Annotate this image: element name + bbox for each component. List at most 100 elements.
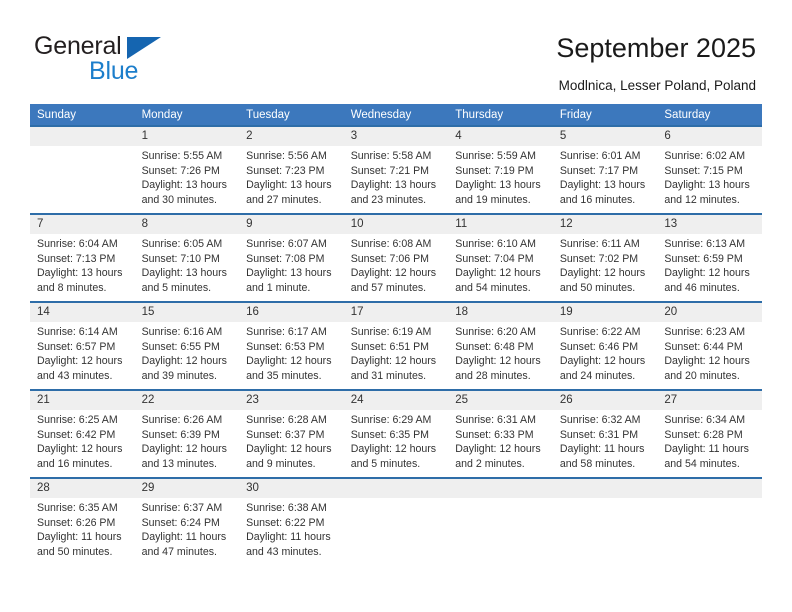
day-sun-details: Sunrise: 5:55 AM Sunset: 7:26 PM Daylight:…: [135, 146, 240, 207]
weekday-header-saturday: Saturday: [657, 104, 762, 126]
calendar-day-cell[interactable]: 30 Sunrise: 6:38 AM Sunset: 6:22 PM Dayligh…: [239, 477, 344, 567]
sunset-text: Sunset: 7:23 PM: [246, 164, 325, 177]
day-sun-details: Sunrise: 6:14 AM Sunset: 6:57 PM Daylight:…: [30, 322, 135, 383]
day-number: 18: [448, 303, 553, 322]
calendar-day-cell[interactable]: 1 Sunrise: 5:55 AM Sunset: 7:26 PM Daylight…: [134, 125, 240, 214]
calendar-day-cell[interactable]: 22 Sunrise: 6:26 AM Sunset: 6:39 PM Dayligh…: [134, 389, 240, 478]
sunrise-text: Sunrise: 6:23 AM: [664, 326, 746, 338]
day-number: [30, 127, 135, 146]
calendar-week-row: 21 Sunrise: 6:25 AM Sunset: 6:42 PM Dayligh…: [30, 389, 762, 478]
sunset-text: Sunset: 7:19 PM: [455, 164, 534, 177]
sunrise-text: Sunrise: 6:13 AM: [664, 238, 746, 250]
daylight-text: Daylight: 13 hours and 23 minutes.: [350, 179, 437, 206]
daylight-text: Daylight: 13 hours and 30 minutes.: [141, 179, 227, 206]
calendar-week-row: 7 Sunrise: 6:04 AM Sunset: 7:13 PM Daylight…: [30, 213, 762, 302]
day-sun-details: Sunrise: 6:34 AM Sunset: 6:28 PM Daylight:…: [657, 410, 762, 471]
day-number: 12: [552, 215, 658, 234]
general-blue-logo[interactable]: General Blue: [34, 32, 234, 88]
day-number: 8: [134, 215, 240, 234]
day-sun-details: Sunrise: 6:38 AM Sunset: 6:22 PM Daylight:…: [239, 498, 344, 559]
daylight-text: Daylight: 12 hours and 46 minutes.: [664, 267, 750, 294]
calendar-header-row: Sunday Monday Tuesday Wednesday Thursday…: [30, 104, 762, 126]
daylight-text: Daylight: 12 hours and 16 minutes.: [37, 443, 123, 470]
sunrise-text: Sunrise: 6:29 AM: [350, 414, 432, 426]
sunrise-text: Sunrise: 6:38 AM: [246, 502, 327, 514]
day-sun-details: Sunrise: 6:07 AM Sunset: 7:08 PM Daylight:…: [239, 234, 344, 295]
calendar-day-cell[interactable]: 5 Sunrise: 6:01 AM Sunset: 7:17 PM Daylight…: [552, 125, 658, 214]
daylight-text: Daylight: 11 hours and 50 minutes.: [37, 531, 122, 558]
day-number: 4: [448, 127, 553, 146]
day-sun-details: Sunrise: 6:22 AM Sunset: 6:46 PM Daylight:…: [553, 322, 658, 383]
daylight-text: Daylight: 12 hours and 24 minutes.: [559, 355, 646, 382]
daylight-text: Daylight: 13 hours and 16 minutes.: [559, 179, 646, 206]
day-sun-details: Sunrise: 6:29 AM Sunset: 6:35 PM Daylight:…: [344, 410, 449, 471]
sunset-text: Sunset: 6:31 PM: [559, 428, 639, 441]
sunrise-text: Sunrise: 5:58 AM: [350, 150, 432, 162]
day-number: 24: [343, 391, 449, 410]
calendar-day-cell[interactable]: 25 Sunrise: 6:31 AM Sunset: 6:33 PM Dayligh…: [448, 389, 553, 478]
day-sun-details: Sunrise: 6:20 AM Sunset: 6:48 PM Daylight:…: [448, 322, 553, 383]
weekday-header-tuesday: Tuesday: [239, 104, 344, 126]
calendar-day-cell[interactable]: 7 Sunrise: 6:04 AM Sunset: 7:13 PM Daylight…: [30, 213, 135, 302]
sunset-text: Sunset: 6:42 PM: [37, 428, 116, 441]
calendar-day-cell[interactable]: 13 Sunrise: 6:13 AM Sunset: 6:59 PM Dayligh…: [657, 213, 762, 302]
sunset-text: Sunset: 7:10 PM: [141, 252, 220, 265]
day-sun-details: Sunrise: 6:32 AM Sunset: 6:31 PM Daylight:…: [553, 410, 658, 471]
day-sun-details: Sunrise: 6:25 AM Sunset: 6:42 PM Daylight:…: [30, 410, 135, 471]
day-number: 20: [657, 303, 762, 322]
sunset-text: Sunset: 7:21 PM: [350, 164, 430, 177]
calendar-day-cell[interactable]: 28 Sunrise: 6:35 AM Sunset: 6:26 PM Dayligh…: [30, 477, 135, 567]
day-number: 14: [30, 303, 135, 322]
month-calendar-table: Sunday Monday Tuesday Wednesday Thursday…: [30, 104, 762, 567]
sunset-text: Sunset: 6:37 PM: [246, 428, 325, 441]
sunset-text: Sunset: 6:44 PM: [664, 340, 743, 353]
daylight-text: Daylight: 12 hours and 39 minutes.: [141, 355, 227, 382]
calendar-day-cell[interactable]: 15 Sunrise: 6:16 AM Sunset: 6:55 PM Dayligh…: [134, 301, 240, 390]
calendar-day-cell[interactable]: 21 Sunrise: 6:25 AM Sunset: 6:42 PM Dayligh…: [30, 389, 135, 478]
day-sun-details: Sunrise: 6:05 AM Sunset: 7:10 PM Daylight:…: [135, 234, 240, 295]
calendar-body: 1 Sunrise: 5:55 AM Sunset: 7:26 PM Daylight…: [30, 125, 762, 567]
calendar-day-cell[interactable]: 14 Sunrise: 6:14 AM Sunset: 6:57 PM Dayligh…: [30, 301, 135, 390]
calendar-day-cell[interactable]: 24 Sunrise: 6:29 AM Sunset: 6:35 PM Dayligh…: [343, 389, 449, 478]
day-number: 2: [239, 127, 344, 146]
calendar-day-cell[interactable]: 27 Sunrise: 6:34 AM Sunset: 6:28 PM Dayligh…: [657, 389, 762, 478]
calendar-day-cell[interactable]: 2 Sunrise: 5:56 AM Sunset: 7:23 PM Daylight…: [239, 125, 344, 214]
calendar-day-cell[interactable]: 4 Sunrise: 5:59 AM Sunset: 7:19 PM Daylight…: [448, 125, 553, 214]
weekday-header-row: Sunday Monday Tuesday Wednesday Thursday…: [30, 104, 762, 126]
calendar-day-cell[interactable]: 9 Sunrise: 6:07 AM Sunset: 7:08 PM Daylight…: [239, 213, 344, 302]
page-subtitle-location: Modlnica, Lesser Poland, Poland: [558, 78, 756, 93]
day-number: 16: [239, 303, 344, 322]
logo-text-blue: Blue: [89, 57, 139, 85]
day-sun-details: Sunrise: 6:01 AM Sunset: 7:17 PM Daylight:…: [553, 146, 658, 207]
calendar-day-cell[interactable]: 29 Sunrise: 6:37 AM Sunset: 6:24 PM Dayligh…: [134, 477, 240, 567]
calendar-day-cell[interactable]: 3 Sunrise: 5:58 AM Sunset: 7:21 PM Daylight…: [343, 125, 449, 214]
calendar-day-cell[interactable]: 11 Sunrise: 6:10 AM Sunset: 7:04 PM Dayligh…: [448, 213, 553, 302]
daylight-text: Daylight: 12 hours and 20 minutes.: [664, 355, 750, 382]
day-number: 26: [552, 391, 658, 410]
calendar-day-cell[interactable]: 6 Sunrise: 6:02 AM Sunset: 7:15 PM Daylight…: [657, 125, 762, 214]
sunset-text: Sunset: 6:59 PM: [664, 252, 743, 265]
calendar-day-cell[interactable]: 17 Sunrise: 6:19 AM Sunset: 6:51 PM Dayligh…: [343, 301, 449, 390]
calendar-day-cell[interactable]: 16 Sunrise: 6:17 AM Sunset: 6:53 PM Dayligh…: [239, 301, 344, 390]
daylight-text: Daylight: 11 hours and 47 minutes.: [141, 531, 227, 558]
daylight-text: Daylight: 12 hours and 35 minutes.: [246, 355, 332, 382]
calendar-day-cell[interactable]: 18 Sunrise: 6:20 AM Sunset: 6:48 PM Dayligh…: [448, 301, 553, 390]
calendar-day-cell[interactable]: 19 Sunrise: 6:22 AM Sunset: 6:46 PM Dayligh…: [552, 301, 658, 390]
sunrise-text: Sunrise: 6:08 AM: [350, 238, 432, 250]
calendar-day-cell[interactable]: 26 Sunrise: 6:32 AM Sunset: 6:31 PM Dayligh…: [552, 389, 658, 478]
calendar-day-cell[interactable]: 12 Sunrise: 6:11 AM Sunset: 7:02 PM Dayligh…: [552, 213, 658, 302]
calendar-week-row: 28 Sunrise: 6:35 AM Sunset: 6:26 PM Dayligh…: [30, 477, 762, 567]
calendar-day-cell[interactable]: 20 Sunrise: 6:23 AM Sunset: 6:44 PM Dayligh…: [657, 301, 762, 390]
daylight-text: Daylight: 12 hours and 50 minutes.: [559, 267, 646, 294]
day-sun-details: Sunrise: 6:16 AM Sunset: 6:55 PM Daylight:…: [135, 322, 240, 383]
sunset-text: Sunset: 7:17 PM: [559, 164, 639, 177]
calendar-day-cell[interactable]: 10 Sunrise: 6:08 AM Sunset: 7:06 PM Dayligh…: [343, 213, 449, 302]
day-sun-details: Sunrise: 6:17 AM Sunset: 6:53 PM Daylight:…: [239, 322, 344, 383]
sunrise-text: Sunrise: 6:37 AM: [141, 502, 223, 514]
calendar-day-cell[interactable]: 23 Sunrise: 6:28 AM Sunset: 6:37 PM Dayligh…: [239, 389, 344, 478]
daylight-text: Daylight: 12 hours and 2 minutes.: [455, 443, 541, 470]
daylight-text: Daylight: 13 hours and 8 minutes.: [37, 267, 123, 294]
day-sun-details: Sunrise: 6:13 AM Sunset: 6:59 PM Daylight:…: [657, 234, 762, 295]
sunrise-text: Sunrise: 5:59 AM: [455, 150, 536, 162]
calendar-day-cell[interactable]: 8 Sunrise: 6:05 AM Sunset: 7:10 PM Daylight…: [134, 213, 240, 302]
